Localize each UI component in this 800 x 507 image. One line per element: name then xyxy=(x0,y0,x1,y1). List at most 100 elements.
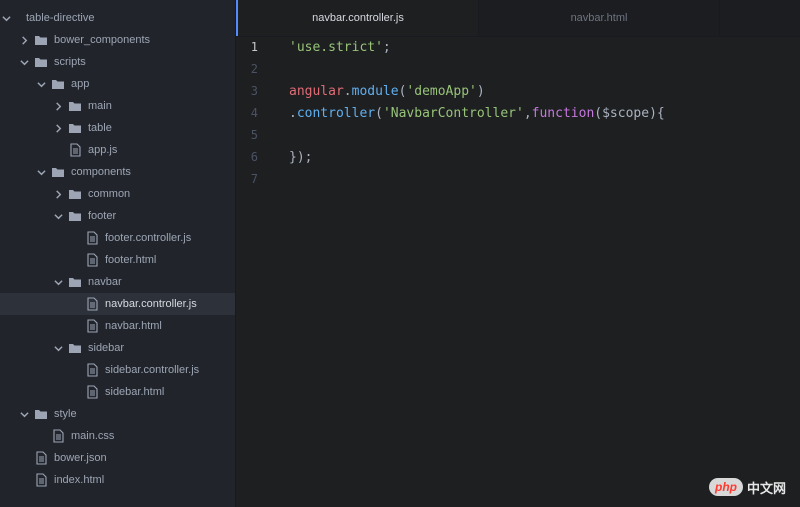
tree-item-main[interactable]: main xyxy=(0,95,235,117)
tab-navbar-html[interactable]: navbar.html xyxy=(478,0,720,36)
editor-pane: navbar.controller.js navbar.html 1 'use.s… xyxy=(236,0,800,507)
tree-item-label: sidebar.controller.js xyxy=(105,364,200,376)
code-token: controller xyxy=(296,105,376,121)
tree-item-navbar-html[interactable]: navbar.html xyxy=(0,315,235,337)
code-line[interactable]: 7 xyxy=(236,168,800,190)
tree-item-app-js[interactable]: app.js xyxy=(0,139,235,161)
tree-item-footer[interactable]: footer xyxy=(0,205,235,227)
tree-item-label: navbar.html xyxy=(105,320,162,332)
tree-item-main-css[interactable]: main.css xyxy=(0,425,235,447)
tree-item-label: navbar.controller.js xyxy=(105,298,197,310)
watermark-badge: php xyxy=(709,478,743,496)
tree-item-navbar-controller-js[interactable]: navbar.controller.js xyxy=(0,293,235,315)
folder-icon xyxy=(68,209,82,223)
code-line[interactable]: 5 xyxy=(236,124,800,146)
tree-item-label: app.js xyxy=(88,144,118,156)
chevron-down-icon[interactable] xyxy=(52,342,64,354)
tree-item-table[interactable]: table xyxy=(0,117,235,139)
code-token: ($scope){ xyxy=(594,105,665,121)
tree-item-sidebar[interactable]: sidebar xyxy=(0,337,235,359)
code-line[interactable]: 6}); xyxy=(236,146,800,168)
tree-item-footer-controller-js[interactable]: footer.controller.js xyxy=(0,227,235,249)
folder-icon xyxy=(68,187,82,201)
folder-icon xyxy=(68,341,82,355)
tree-item-sidebar-html[interactable]: sidebar.html xyxy=(0,381,235,403)
chevron-right-icon[interactable] xyxy=(52,188,64,200)
folder-icon xyxy=(34,55,48,69)
chevron-down-icon[interactable] xyxy=(0,12,12,24)
tree-item-footer-html[interactable]: footer.html xyxy=(0,249,235,271)
tree-item-label: sidebar.html xyxy=(105,386,165,398)
tree-item-table-directive[interactable]: table-directive xyxy=(0,7,235,29)
line-number: 7 xyxy=(250,172,258,186)
tree-item-label: bower.json xyxy=(54,452,107,464)
code-line[interactable]: 1 'use.strict'; xyxy=(236,36,800,58)
folder-icon xyxy=(68,99,82,113)
tree-item-style[interactable]: style xyxy=(0,403,235,425)
code-text: }); xyxy=(289,150,312,165)
file-icon xyxy=(85,319,99,333)
tab-navbar-controller-js[interactable]: navbar.controller.js xyxy=(236,0,478,36)
chevron-down-icon[interactable] xyxy=(35,78,47,90)
code-token: , xyxy=(523,105,532,121)
tree-item-label: footer.html xyxy=(105,254,157,266)
tree-item-label: footer xyxy=(88,210,117,222)
line-number: 4 xyxy=(250,106,258,120)
file-icon xyxy=(85,363,99,377)
folder-icon xyxy=(68,275,82,289)
tree-item-app[interactable]: app xyxy=(0,73,235,95)
tree-item-common[interactable]: common xyxy=(0,183,235,205)
tree-item-label: table-directive xyxy=(26,12,95,24)
code-token: . xyxy=(343,83,352,99)
line-number: 3 xyxy=(250,84,258,98)
tree-item-bower-json[interactable]: bower.json xyxy=(0,447,235,469)
tree-item-label: bower_components xyxy=(54,34,151,46)
code-token: }); xyxy=(289,149,313,165)
tree-item-label: table xyxy=(88,122,112,134)
chevron-down-icon[interactable] xyxy=(52,276,64,288)
line-number: 1 xyxy=(250,40,258,54)
tree-item-components[interactable]: components xyxy=(0,161,235,183)
code-token: 'NavbarController' xyxy=(382,105,524,121)
tree-item-label: components xyxy=(71,166,131,178)
code-text: angular.module('demoApp') xyxy=(289,84,485,99)
code-token: . xyxy=(289,105,297,121)
tree-item-index-html[interactable]: index.html xyxy=(0,469,235,491)
tree-item-navbar[interactable]: navbar xyxy=(0,271,235,293)
tree-item-label: scripts xyxy=(54,56,86,68)
chevron-right-icon[interactable] xyxy=(52,100,64,112)
chevron-down-icon[interactable] xyxy=(52,210,64,222)
chevron-down-icon[interactable] xyxy=(18,56,30,68)
code-line[interactable]: 3 angular.module('demoApp') xyxy=(236,80,800,102)
code-token: function xyxy=(531,105,595,121)
line-number: 2 xyxy=(250,62,258,76)
code-token: 'demoApp' xyxy=(406,83,477,99)
chevron-down-icon[interactable] xyxy=(18,408,30,420)
tree-item-label: navbar xyxy=(88,276,122,288)
folder-icon xyxy=(51,77,65,91)
tree-item-label: main.css xyxy=(71,430,115,442)
file-icon xyxy=(85,253,99,267)
chevron-down-icon[interactable] xyxy=(35,166,47,178)
tree-item-label: footer.controller.js xyxy=(105,232,192,244)
tree-item-bower-components[interactable]: bower_components xyxy=(0,29,235,51)
folder-icon xyxy=(68,121,82,135)
file-tree-panel: table-directive bower_componentsscripts ap… xyxy=(0,0,236,507)
chevron-right-icon[interactable] xyxy=(18,34,30,46)
tree-item-sidebar-controller-js[interactable]: sidebar.controller.js xyxy=(0,359,235,381)
code-token: ( xyxy=(375,105,383,121)
tree-item-label: sidebar xyxy=(88,342,125,354)
file-icon xyxy=(34,473,48,487)
tree-item-label: style xyxy=(54,408,77,420)
tree-item-label: app xyxy=(71,78,90,90)
code-line[interactable]: 2 xyxy=(236,58,800,80)
site-watermark: php 中文网 xyxy=(709,474,786,500)
code-line[interactable]: 4 .controller('NavbarController',function… xyxy=(236,102,800,124)
chevron-right-icon[interactable] xyxy=(52,122,64,134)
watermark-text: 中文网 xyxy=(747,480,787,496)
tab-bar: navbar.controller.js navbar.html xyxy=(236,0,800,37)
line-number: 5 xyxy=(250,128,258,142)
tree-item-scripts[interactable]: scripts xyxy=(0,51,235,73)
folder-icon xyxy=(51,165,65,179)
code-token: module xyxy=(351,83,399,99)
